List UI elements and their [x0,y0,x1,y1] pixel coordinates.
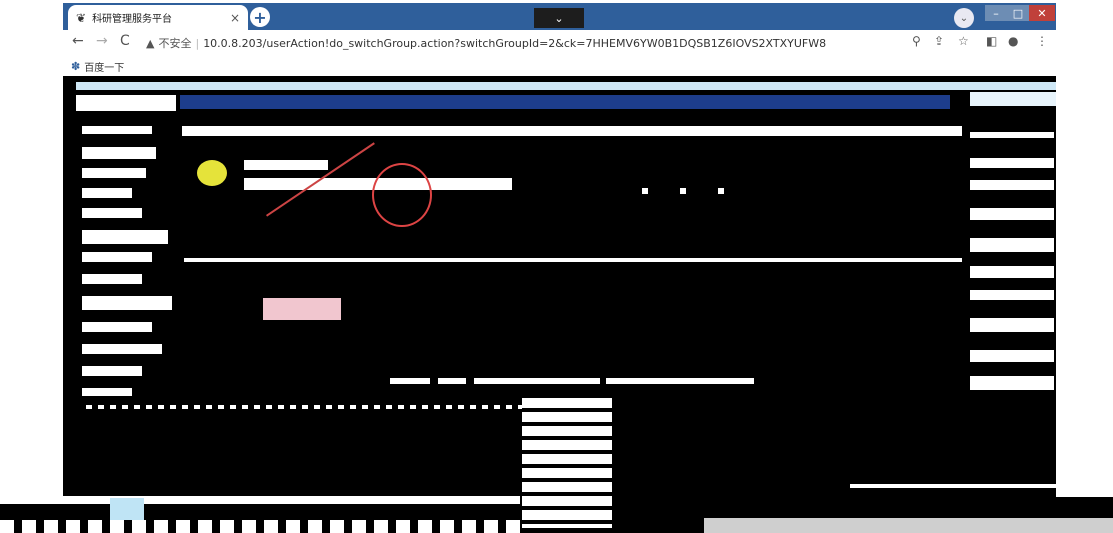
profile-icon[interactable]: ● [1008,34,1018,48]
sidebar-item[interactable] [82,188,132,198]
sidebar-item[interactable] [82,296,172,310]
url-text: 10.0.8.203/userAction!do_switchGroup.act… [203,36,827,50]
sidebar-item[interactable] [82,344,162,354]
annotation-circle [372,163,432,227]
sidepanel-icon[interactable]: ◧ [986,34,997,48]
user-area [970,92,1056,106]
right-panel-row [970,132,1054,138]
new-tab-button[interactable]: + [250,7,270,27]
warning-icon: ▲ [146,36,155,50]
right-margin [1056,76,1113,497]
bottom-text-row [0,520,520,533]
right-panel-row [970,266,1054,278]
pager[interactable] [438,378,466,384]
loading-dot [718,188,724,194]
sidebar-item[interactable] [82,126,152,134]
content-link[interactable] [263,298,341,320]
bottom-tile [110,498,144,522]
bottom-bar [0,496,520,504]
back-button[interactable]: ← [72,33,84,49]
sidebar-item[interactable] [82,274,142,284]
top-nav-bar [180,95,950,109]
cursor-highlight [197,160,227,186]
loading-dot [680,188,686,194]
security-label: 不安全 [158,37,192,50]
sidebar-item[interactable] [82,252,152,262]
reload-button[interactable]: C [120,33,130,49]
share-icon[interactable]: ⇪ [934,34,944,48]
header-band [76,82,1056,90]
sidebar-item[interactable] [82,147,156,159]
sidebar-item[interactable] [82,322,152,332]
sidebar-item[interactable] [82,208,142,218]
tab-search-button[interactable]: ⌄ [534,8,584,28]
close-window-button[interactable]: ✕ [1029,5,1055,21]
dotted-divider [86,405,522,409]
right-panel-row [970,290,1054,300]
bookmark-baidu[interactable]: 百度一下 [84,59,124,74]
right-panel-row [970,350,1054,362]
bottom-right-line [850,484,1113,488]
right-panel-row [970,158,1054,168]
sidebar-item[interactable] [82,366,142,376]
bottom-column [522,398,612,528]
baidu-icon: ✽ [71,59,81,73]
content-line [244,160,328,170]
menu-icon[interactable]: ⋮ [1036,34,1048,48]
sidebar-item[interactable] [82,168,146,178]
profile-dropdown-icon[interactable]: ⌄ [954,8,974,28]
left-margin [0,76,63,497]
sidebar-item[interactable] [82,388,132,396]
address-bar[interactable]: ▲ 不安全 | 10.0.8.203/userAction!do_switchG… [146,33,946,53]
status-bar [704,518,1113,533]
right-panel-row [970,208,1054,220]
right-panel-row [970,180,1054,190]
maximize-button[interactable]: □ [1007,5,1029,21]
close-icon[interactable]: × [230,11,240,25]
sidebar-item[interactable] [82,230,168,244]
forward-button[interactable]: → [96,33,108,49]
pager[interactable] [390,378,430,384]
pager[interactable] [606,378,754,384]
pager[interactable] [474,378,600,384]
minimize-button[interactable]: – [985,5,1007,21]
right-panel-row [970,318,1054,332]
tab-title: 科研管理服务平台 [92,14,173,25]
logo-area [76,95,176,111]
tab-active[interactable]: ❦ 科研管理服务平台 × [68,5,248,30]
content-header [182,126,962,136]
bookmarks-bar: ✽ 百度一下 [63,56,1056,76]
separator: | [195,36,200,50]
content-divider [184,258,962,262]
loading-dot [642,188,648,194]
star-icon[interactable]: ☆ [958,34,969,48]
right-panel-row [970,376,1054,390]
logo-icon: ❦ [76,10,87,25]
right-panel-row [970,238,1054,252]
zoom-icon[interactable]: ⚲ [912,34,921,48]
